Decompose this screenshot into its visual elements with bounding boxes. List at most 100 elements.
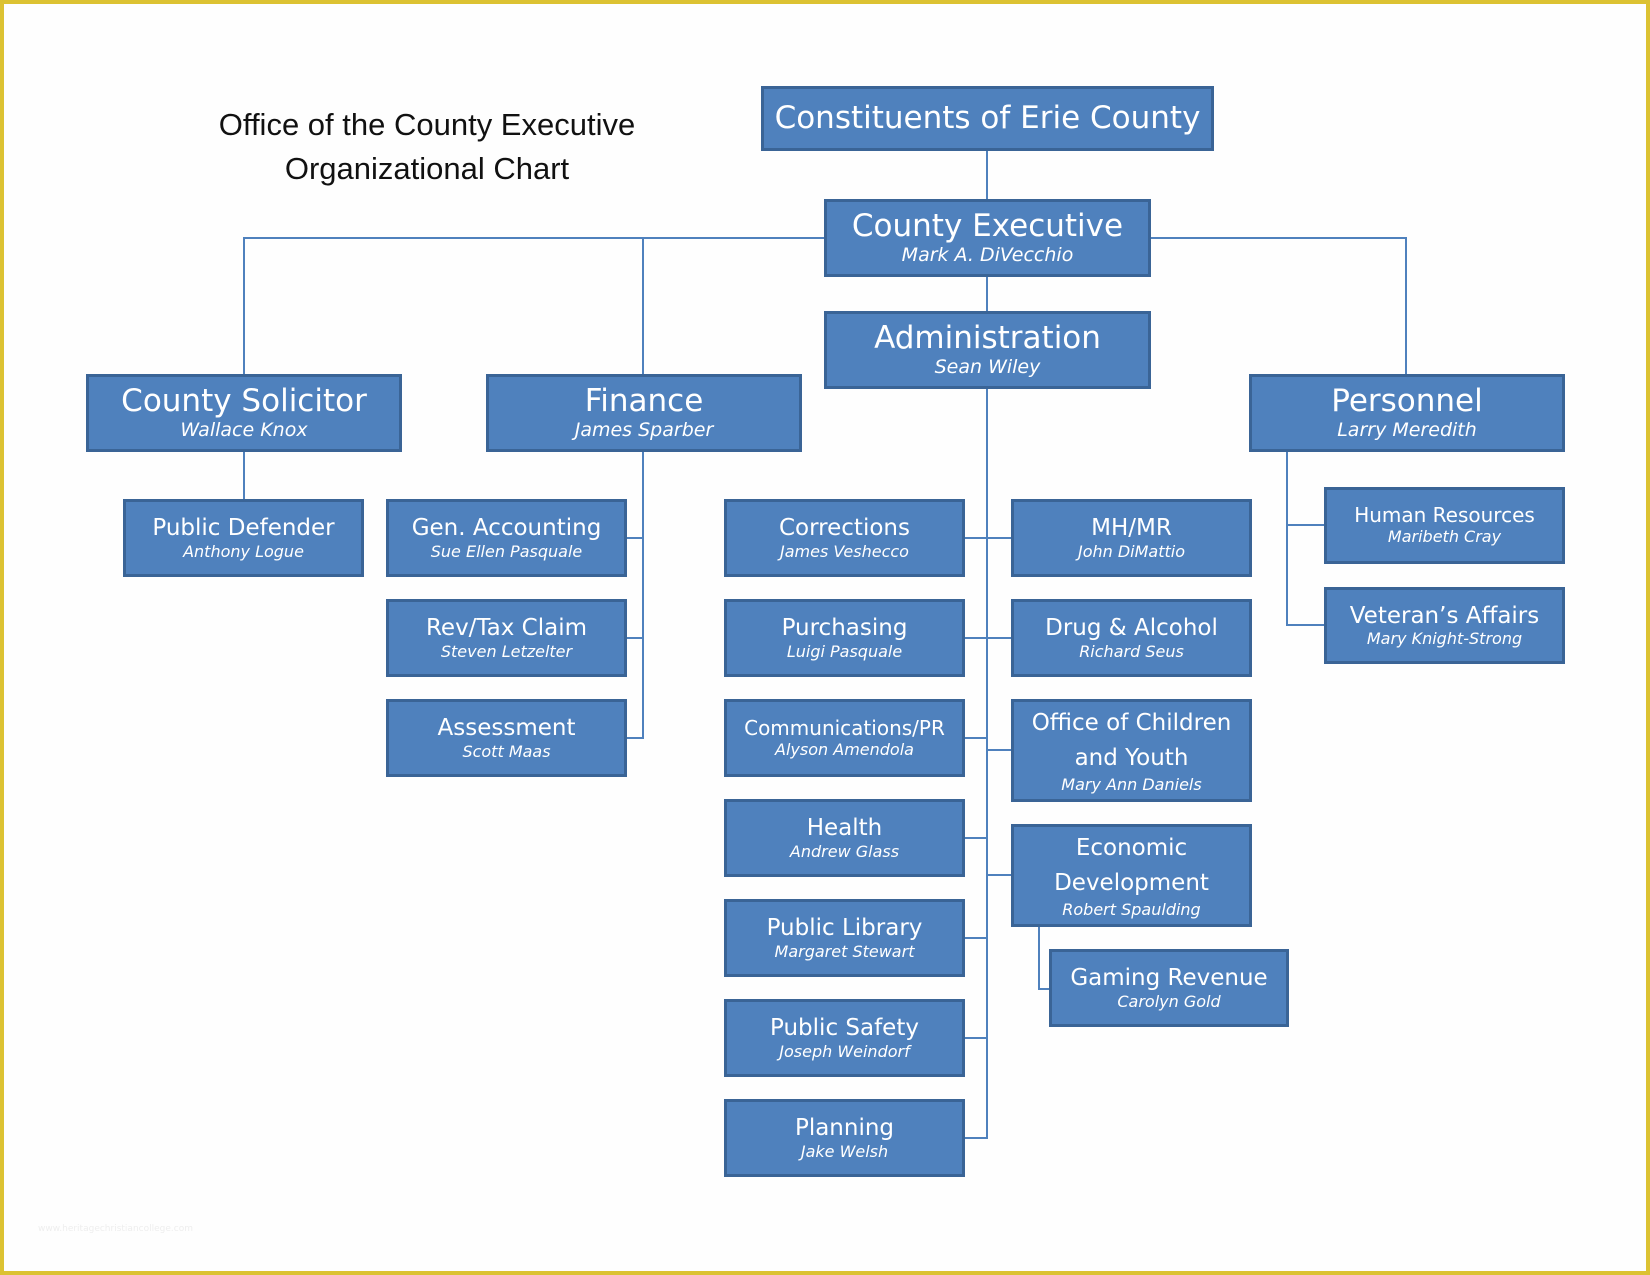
connector-admin-drug <box>986 637 1012 639</box>
connector-finance-genacc <box>626 537 644 539</box>
node-person: Maribeth Cray <box>1387 527 1502 547</box>
node-veterans-affairs[interactable]: Veteran’s Affairs Mary Knight-Strong <box>1324 587 1565 664</box>
node-mh-mr[interactable]: MH/MR John DiMattio <box>1011 499 1252 577</box>
connector-to-solicitor <box>243 237 245 374</box>
node-person: Steven Letzelter <box>440 641 573 661</box>
connector-to-personnel <box>1405 237 1407 374</box>
node-title: Gaming Revenue <box>1070 965 1268 992</box>
node-planning[interactable]: Planning Jake Welsh <box>724 1099 965 1177</box>
node-administration[interactable]: Administration Sean Wiley <box>824 311 1151 389</box>
node-public-safety[interactable]: Public Safety Joseph Weindorf <box>724 999 965 1077</box>
node-title: Purchasing <box>781 615 908 642</box>
node-person: John DiMattio <box>1077 541 1186 561</box>
node-assessment[interactable]: Assessment Scott Maas <box>386 699 627 777</box>
node-title: Corrections <box>779 515 910 542</box>
connector-admin-safety <box>964 1037 988 1039</box>
node-title: Planning <box>794 1115 895 1142</box>
node-finance[interactable]: Finance James Sparber <box>486 374 802 452</box>
node-person: Richard Seus <box>1079 641 1184 661</box>
node-person: Scott Maas <box>462 741 551 761</box>
node-title: Health <box>806 815 883 842</box>
node-title: Drug & Alcohol <box>1045 615 1218 642</box>
node-health[interactable]: Health Andrew Glass <box>724 799 965 877</box>
chart-title-line2: Organizational Chart <box>284 151 570 186</box>
node-person: Larry Meredith <box>1337 419 1477 442</box>
node-person: Alyson Amendola <box>775 739 914 759</box>
connector-admin-children <box>986 749 1012 751</box>
node-person: Luigi Pasquale <box>786 641 903 661</box>
node-title: Gen. Accounting <box>411 515 602 542</box>
node-children-youth[interactable]: Office of Children and Youth Mary Ann Da… <box>1011 699 1252 802</box>
connector-finance-revtax <box>626 637 644 639</box>
node-county-executive[interactable]: County Executive Mark A. DiVecchio <box>824 199 1151 277</box>
connector-admin-corrections <box>964 537 988 539</box>
node-title: Communications/PR <box>744 715 945 740</box>
node-human-resources[interactable]: Human Resources Maribeth Cray <box>1324 487 1565 564</box>
node-person: Sue Ellen Pasquale <box>430 541 583 561</box>
node-person: James Sparber <box>574 419 714 442</box>
node-communications-pr[interactable]: Communications/PR Alyson Amendola <box>724 699 965 777</box>
node-corrections[interactable]: Corrections James Veshecco <box>724 499 965 577</box>
connector-econ-gaming-v <box>1038 926 1040 989</box>
connector-constituents-executive <box>986 150 988 199</box>
node-title: Assessment <box>437 715 576 742</box>
connector-finance-trunk <box>642 451 644 739</box>
connector-solicitor-defender <box>243 451 245 499</box>
connector-admin-planning <box>964 1137 988 1139</box>
node-person: Wallace Knox <box>180 419 308 442</box>
connector-admin-library <box>964 937 988 939</box>
node-title: MH/MR <box>1091 515 1172 542</box>
node-person: Robert Spaulding <box>1062 900 1201 920</box>
node-person: Mark A. DiVecchio <box>901 244 1074 267</box>
node-economic-development[interactable]: Economic Development Robert Spaulding <box>1011 824 1252 927</box>
node-person: Margaret Stewart <box>774 941 915 961</box>
node-rev-tax-claim[interactable]: Rev/Tax Claim Steven Letzelter <box>386 599 627 677</box>
node-person: Mary Knight-Strong <box>1366 629 1523 649</box>
node-person: Mary Ann Daniels <box>1061 775 1202 795</box>
connector-executive-administration <box>986 276 988 311</box>
chart-title: Office of the County Executive Organizat… <box>152 103 702 191</box>
connector-admin-health <box>964 837 988 839</box>
node-title: Economic Development <box>1054 835 1209 896</box>
connector-admin-purchasing <box>964 637 988 639</box>
node-title: Constituents of Erie County <box>774 99 1201 136</box>
node-purchasing[interactable]: Purchasing Luigi Pasquale <box>724 599 965 677</box>
connector-admin-communications <box>964 737 988 739</box>
node-person: Carolyn Gold <box>1117 991 1221 1011</box>
chart-title-line1: Office of the County Executive <box>218 107 636 142</box>
node-title: Office of Children and Youth <box>1031 710 1232 771</box>
node-title: County Solicitor <box>121 382 367 419</box>
node-title: Personnel <box>1331 382 1483 419</box>
node-person: Sean Wiley <box>934 356 1041 379</box>
node-person: Andrew Glass <box>789 841 900 861</box>
node-constituents[interactable]: Constituents of Erie County <box>761 86 1214 151</box>
node-title: Administration <box>874 319 1101 356</box>
node-gaming-revenue[interactable]: Gaming Revenue Carolyn Gold <box>1049 949 1289 1027</box>
node-title: Finance <box>584 382 704 419</box>
node-gen-accounting[interactable]: Gen. Accounting Sue Ellen Pasquale <box>386 499 627 577</box>
node-personnel[interactable]: Personnel Larry Meredith <box>1249 374 1565 452</box>
node-public-defender[interactable]: Public Defender Anthony Logue <box>123 499 364 577</box>
node-title: Public Safety <box>770 1015 919 1042</box>
connector-finance-assessment <box>626 737 644 739</box>
node-title: County Executive <box>851 207 1124 244</box>
node-title: Human Resources <box>1354 503 1535 528</box>
connector-personnel-hr <box>1286 524 1325 526</box>
connector-admin-trunk <box>986 388 988 1138</box>
node-person: Jake Welsh <box>800 1141 889 1161</box>
connector-to-finance <box>642 237 644 374</box>
node-title: Rev/Tax Claim <box>425 615 588 642</box>
watermark: www.heritagechristiancollege.com <box>38 1224 193 1234</box>
node-person: Anthony Logue <box>183 541 304 561</box>
node-county-solicitor[interactable]: County Solicitor Wallace Knox <box>86 374 402 452</box>
node-public-library[interactable]: Public Library Margaret Stewart <box>724 899 965 977</box>
connector-admin-mhmr <box>986 537 1012 539</box>
connector-admin-economic <box>986 874 1012 876</box>
node-title: Public Library <box>766 915 923 942</box>
node-drug-alcohol[interactable]: Drug & Alcohol Richard Seus <box>1011 599 1252 677</box>
node-title: Public Defender <box>152 515 335 542</box>
node-person: Joseph Weindorf <box>779 1041 910 1061</box>
node-person: James Veshecco <box>780 541 909 561</box>
connector-personnel-veterans <box>1286 624 1325 626</box>
node-title: Veteran’s Affairs <box>1349 602 1540 629</box>
